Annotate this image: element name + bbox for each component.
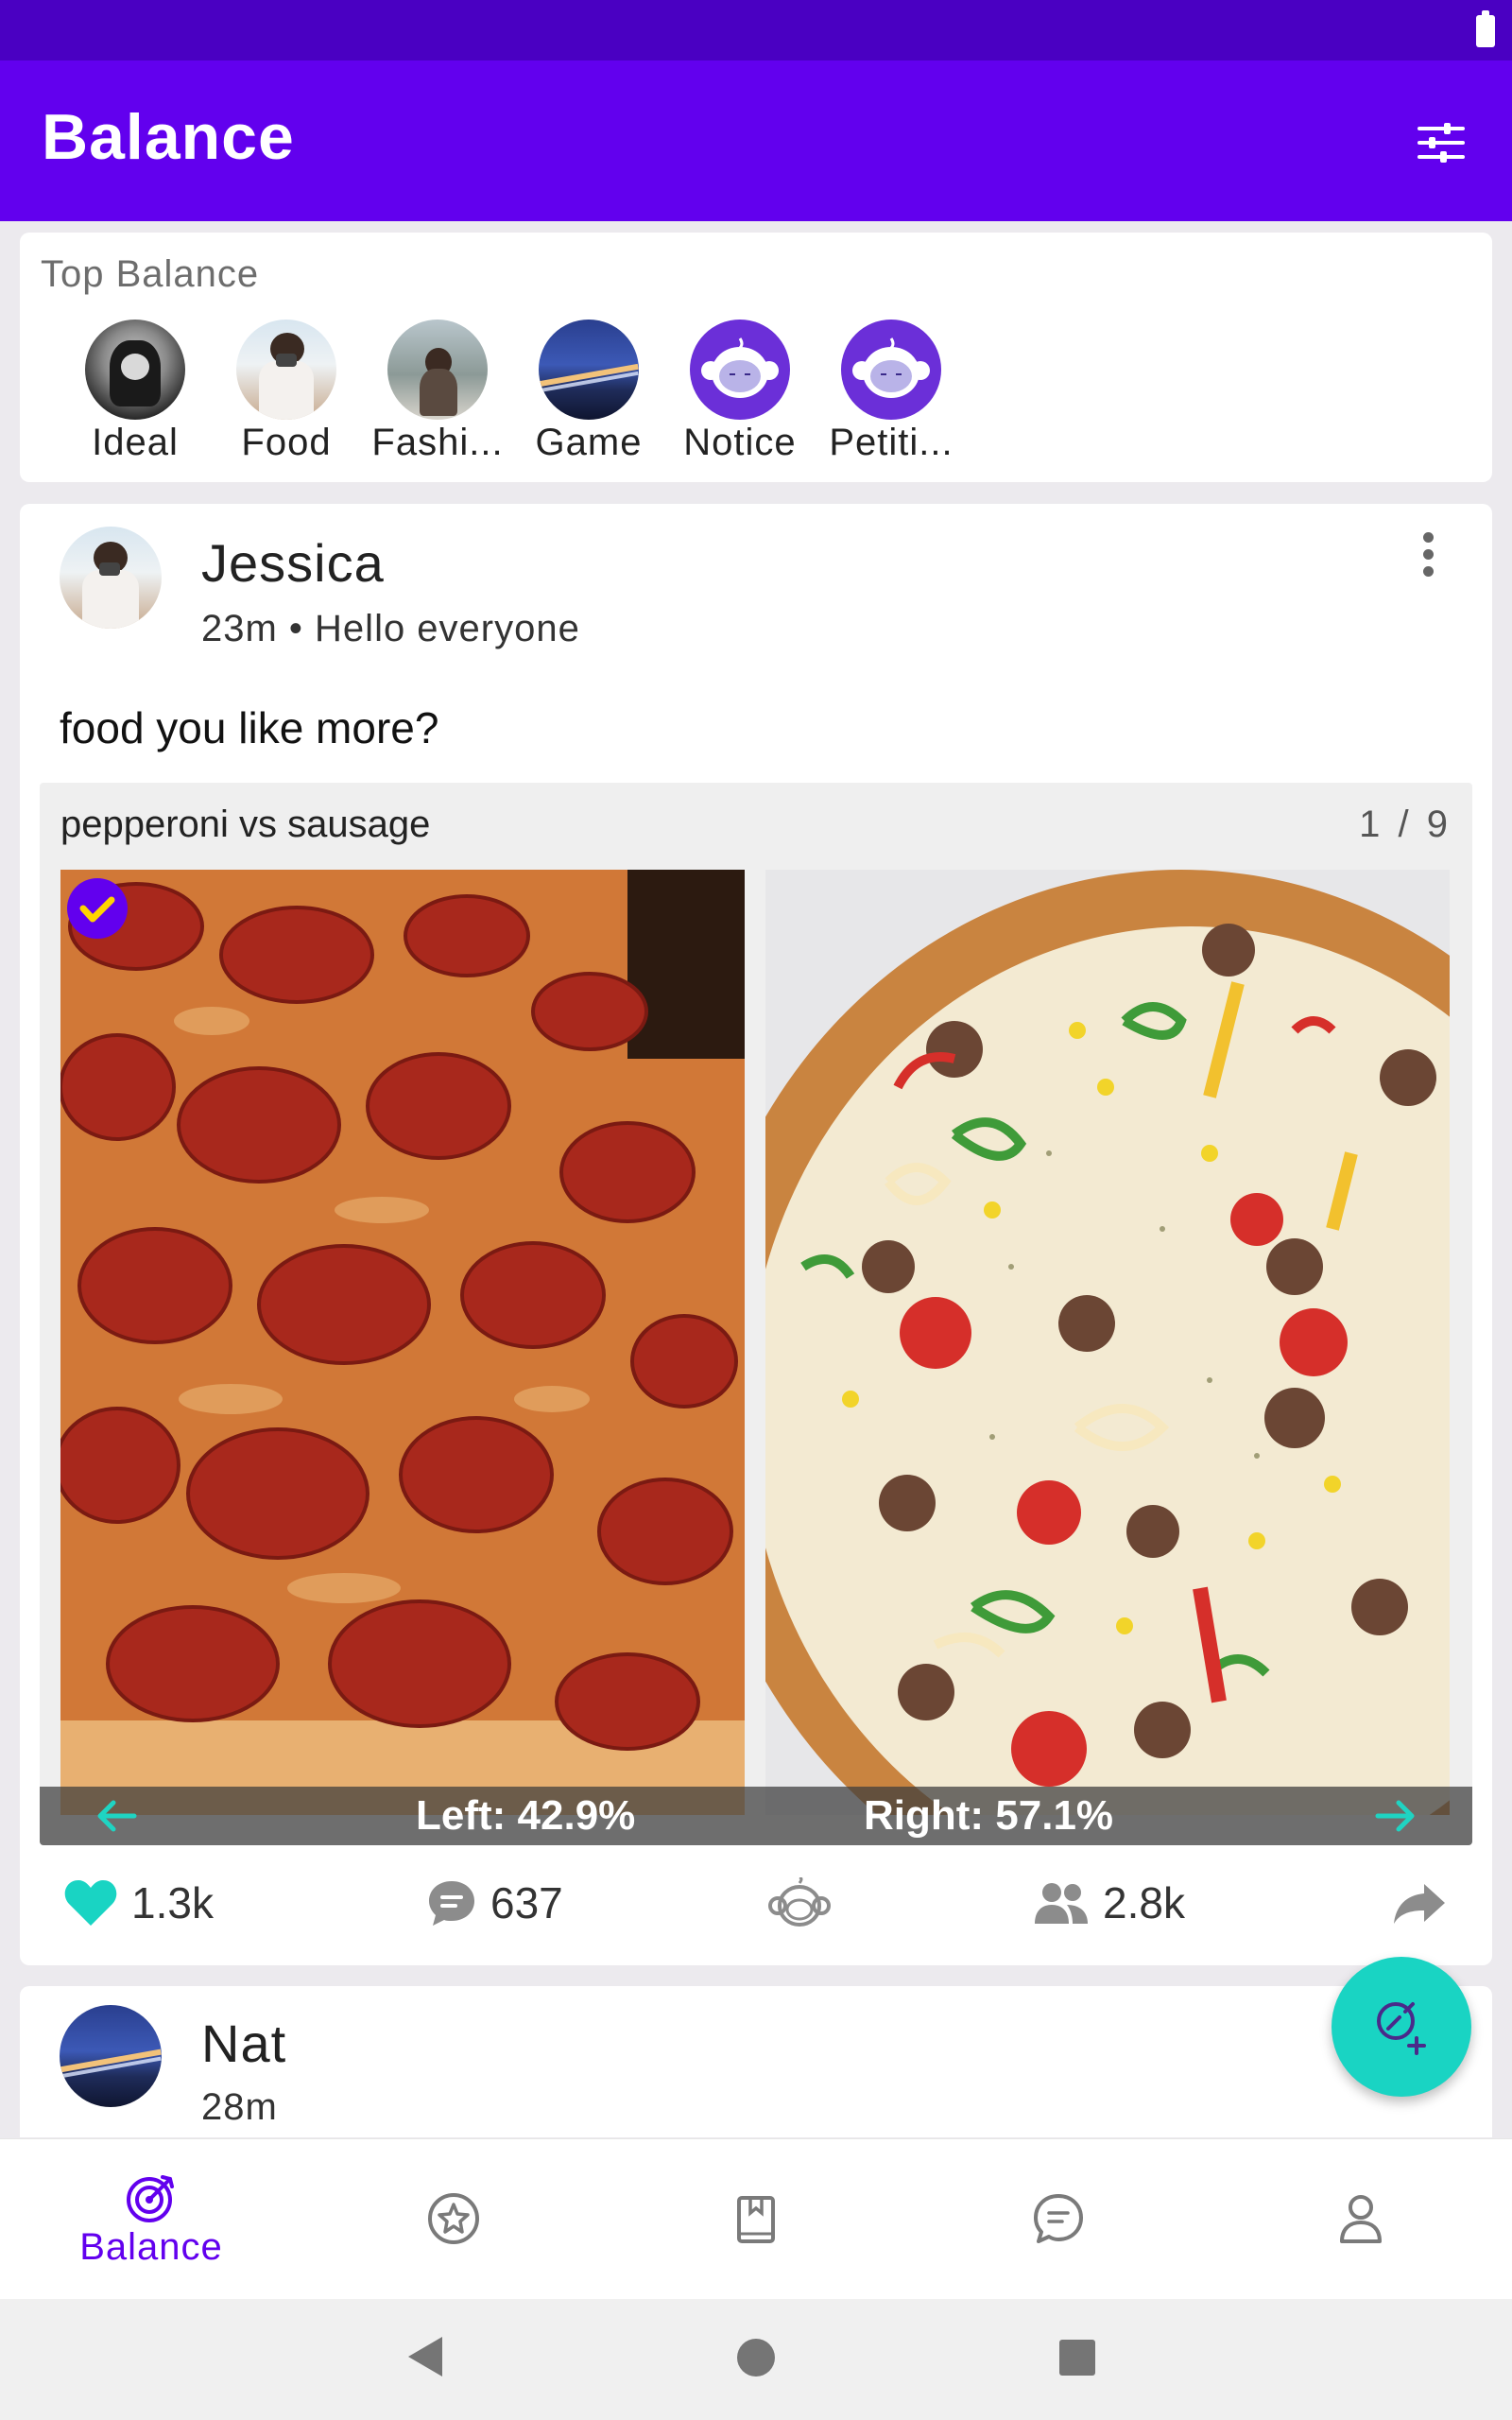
selected-badge xyxy=(64,875,130,942)
filter-icon xyxy=(1418,123,1465,163)
category-fashion[interactable]: Fashi... xyxy=(362,320,513,464)
system-navigation-bar xyxy=(0,2299,1512,2420)
share-icon xyxy=(1394,1884,1445,1924)
more-vert-icon xyxy=(1417,532,1439,577)
nav-chat[interactable] xyxy=(907,2139,1210,2300)
left-result: Left: 42.9% xyxy=(416,1792,636,1839)
post-card-2: Nat 28m xyxy=(20,1986,1492,2137)
category-avatar xyxy=(841,320,941,420)
battery-icon xyxy=(1476,10,1495,47)
category-label: Petiti... xyxy=(829,422,954,463)
monkey-icon xyxy=(701,337,779,398)
like-count: 1.3k xyxy=(131,1878,214,1927)
sausage-pizza-image xyxy=(765,870,1450,1815)
avatar[interactable] xyxy=(60,2005,162,2107)
nav-favorites[interactable] xyxy=(302,2139,605,2300)
category-notice[interactable]: Notice xyxy=(664,320,816,464)
post-meta: 23m • Hello everyone xyxy=(201,608,580,649)
category-game[interactable]: Game xyxy=(513,320,664,464)
participants-button[interactable]: 2.8k xyxy=(1033,1865,1185,1941)
category-food[interactable]: Food xyxy=(211,320,362,464)
monkey-icon xyxy=(768,1877,831,1927)
system-recents-icon[interactable] xyxy=(1059,2340,1095,2376)
bottom-navigation: Balance xyxy=(0,2138,1512,2299)
book-icon xyxy=(737,2196,775,2243)
post-question: food you like more? xyxy=(60,703,439,752)
right-result: Right: 57.1% xyxy=(864,1792,1114,1839)
chat-icon xyxy=(1034,2194,1083,2243)
page-counter: 1 / 9 xyxy=(1359,804,1452,845)
avatar[interactable] xyxy=(60,527,162,629)
edit-add-icon xyxy=(1377,2002,1426,2055)
app-bar: Balance xyxy=(0,60,1512,221)
more-options-button[interactable] xyxy=(1417,532,1439,581)
category-label: Notice xyxy=(683,422,797,463)
create-post-fab[interactable] xyxy=(1332,1957,1471,2097)
filter-button[interactable] xyxy=(1408,110,1474,176)
next-button[interactable] xyxy=(1372,1794,1419,1838)
category-avatar xyxy=(539,320,639,420)
app-title: Balance xyxy=(42,101,295,173)
arrow-right-icon xyxy=(1375,1800,1415,1832)
category-ideal[interactable]: Ideal xyxy=(60,320,211,464)
category-label: Ideal xyxy=(92,422,179,463)
heart-icon xyxy=(64,1880,117,1926)
nav-balance[interactable]: Balance xyxy=(0,2139,302,2300)
arrow-left-icon xyxy=(97,1800,137,1832)
category-label: Game xyxy=(535,422,643,463)
monkey-icon xyxy=(852,337,930,398)
post-author[interactable]: Jessica xyxy=(201,532,385,594)
target-icon xyxy=(127,2175,174,2222)
category-avatar xyxy=(85,320,185,420)
vs-option-right-image[interactable] xyxy=(765,870,1450,1815)
category-petition[interactable]: Petiti... xyxy=(816,320,967,464)
check-icon xyxy=(67,878,128,939)
top-balance-title: Top Balance xyxy=(41,253,260,295)
person-icon xyxy=(1340,2195,1382,2243)
comment-icon xyxy=(429,1881,474,1926)
top-balance-card: Top Balance Ideal Food Fashi... Game Not… xyxy=(20,233,1492,482)
category-avatar xyxy=(236,320,336,420)
post-author[interactable]: Nat xyxy=(201,2013,286,2074)
system-home-icon[interactable] xyxy=(737,2339,775,2377)
post-card: Jessica 23m • Hello everyone food you li… xyxy=(20,504,1492,1965)
star-icon xyxy=(428,2193,479,2244)
vs-box: pepperoni vs sausage 1 / 9 Left: 42.9% R… xyxy=(40,783,1472,1845)
group-icon xyxy=(1035,1883,1088,1924)
category-label: Food xyxy=(241,422,332,463)
category-avatar xyxy=(690,320,790,420)
nav-profile[interactable] xyxy=(1210,2139,1512,2300)
pepperoni-pizza-image xyxy=(60,870,745,1815)
post-actions: 1.3k 637 2.8k xyxy=(20,1865,1492,1941)
like-button[interactable]: 1.3k xyxy=(63,1865,214,1941)
nav-book[interactable] xyxy=(605,2139,907,2300)
post-meta: 28m xyxy=(201,2086,278,2128)
comment-count: 637 xyxy=(490,1878,563,1927)
category-label: Fashi... xyxy=(371,422,504,463)
status-bar xyxy=(0,0,1512,60)
monkey-button[interactable] xyxy=(768,1865,831,1941)
comment-button[interactable]: 637 xyxy=(426,1865,563,1941)
nav-balance-label: Balance xyxy=(79,2226,223,2268)
vs-title: pepperoni vs sausage xyxy=(60,804,431,845)
previous-button[interactable] xyxy=(93,1794,140,1838)
result-bar: Left: 42.9% Right: 57.1% xyxy=(40,1787,1472,1845)
participants-count: 2.8k xyxy=(1103,1878,1185,1927)
category-avatar xyxy=(387,320,488,420)
system-back-icon[interactable] xyxy=(406,2335,444,2378)
vs-option-left-image[interactable] xyxy=(60,870,745,1815)
share-button[interactable] xyxy=(1392,1865,1447,1941)
